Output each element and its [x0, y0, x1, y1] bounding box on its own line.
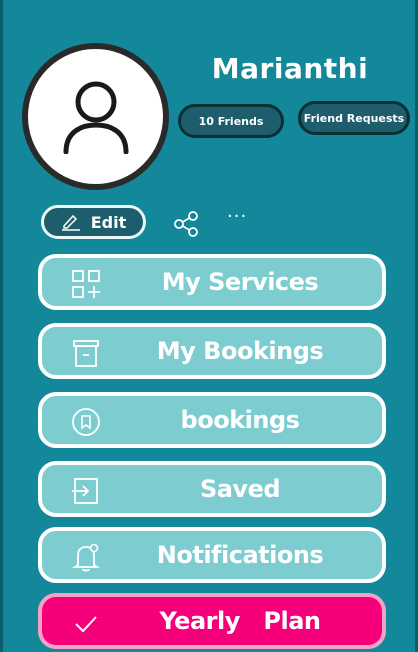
bookings-box-icon [73, 340, 99, 367]
menu-item-yearly-plan[interactable]: Yearly Plan [38, 593, 386, 649]
avatar[interactable] [22, 43, 169, 190]
edit-button[interactable]: Edit [41, 205, 146, 239]
edit-label: Edit [90, 212, 127, 232]
menu-item-label: Notifications [156, 541, 324, 569]
friend-requests-button[interactable]: Friend Requests [298, 101, 410, 135]
pencil-icon [61, 214, 80, 231]
services-grid-icon [72, 270, 100, 298]
bookmark-circle-icon [72, 408, 100, 436]
menu-item-bookings[interactable]: bookings [38, 392, 386, 448]
menu-item-my-services[interactable]: My Services [38, 254, 386, 310]
menu-item-my-bookings[interactable]: My Bookings [38, 323, 386, 379]
menu-item-label: Saved [199, 475, 281, 503]
menu-item-label: Yearly Plan [159, 607, 321, 635]
bell-icon [72, 543, 100, 572]
check-icon [75, 616, 97, 633]
user-icon [63, 81, 128, 154]
friends-button[interactable]: 10 Friends [178, 104, 284, 138]
menu-item-label: bookings [180, 406, 300, 434]
profile-name: Marianthi [211, 52, 369, 85]
menu-item-notifications[interactable]: Notifications [38, 527, 386, 583]
saved-import-icon [72, 478, 98, 504]
share-icon[interactable] [172, 210, 200, 238]
left-edge [0, 0, 3, 652]
more-icon[interactable]: ··· [227, 206, 247, 227]
menu-item-label: My Services [161, 268, 319, 296]
menu-item-label: My Bookings [156, 337, 324, 365]
menu-item-saved[interactable]: Saved [38, 461, 386, 517]
